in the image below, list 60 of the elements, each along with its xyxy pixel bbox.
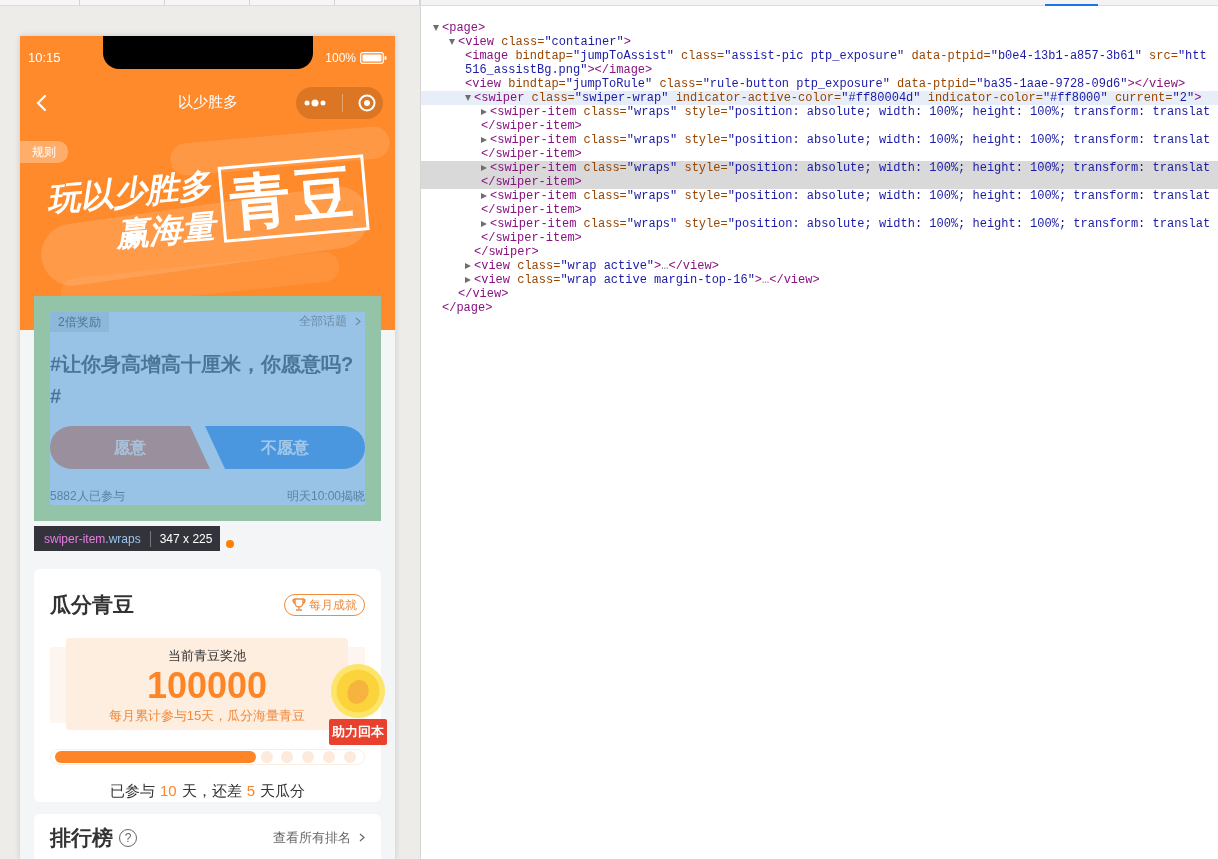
tree-row[interactable]: <view class="wrap active">…</view>	[421, 259, 1218, 273]
tree-row[interactable]: <page>	[421, 21, 1218, 35]
progress-summary: 已参与 10 天，还差 5 天瓜分	[109, 780, 306, 801]
active-tab-indicator	[1045, 4, 1098, 6]
battery-level: 100%	[325, 50, 356, 67]
participant-count: 5882人已参与	[50, 488, 125, 505]
tree-row[interactable]: <view class="wrap active margin-top-16">…</view>	[421, 273, 1218, 287]
card-title: 排行榜	[50, 825, 113, 851]
progress-dot	[260, 750, 273, 763]
reward-badge: 2倍奖励	[50, 312, 109, 332]
code-line: </swiper-item>	[481, 147, 582, 161]
battery-icon	[360, 52, 387, 64]
tree-row[interactable]: <swiper-item class="wraps" style="position: absolute; width: 100%; height: 100%; transform: translat </swiper-item>	[421, 161, 1218, 189]
trophy-icon	[292, 598, 306, 612]
banner-highlight: 青豆	[217, 154, 370, 243]
page-title: 以少胜多	[177, 92, 238, 113]
code-line: </swiper-item>	[481, 231, 582, 245]
element-selector: swiper-item.wraps	[44, 530, 141, 548]
pool-label: 当前青豆奖池	[167, 646, 247, 665]
chevron-icon	[355, 316, 361, 326]
pool-amount: 100000	[145, 665, 269, 707]
pool-description: 每月累计参与15天，瓜分海量青豆	[107, 707, 307, 726]
tree-row[interactable]: <swiper-item class="wraps" style="position: absolute; width: 100%; height: 100%; transform: translat </swiper-item>	[421, 217, 1218, 245]
code-line: <swiper-item class="wraps" style="position: absolute; width: 100%; height: 100%; transform: translat	[490, 189, 1211, 203]
swiper-indicator-dot[interactable]	[226, 540, 235, 548]
code-line: <swiper-item class="wraps" style="position: absolute; width: 100%; height: 100%; transform: translat	[490, 105, 1211, 119]
code-line: <page>	[442, 21, 486, 35]
tree-row[interactable]: <image bindtap="jumpToAssist" class="assist-pic ptp_exposure" data-ptpid="b0e4-13b1-a857-3b61" src="htt 516_assistBg.png"></image>	[421, 49, 1218, 77]
code-line: </swiper>	[474, 245, 539, 259]
reveal-time: 明天10:00揭晓	[286, 488, 365, 505]
code-line: <view class="container">	[458, 35, 631, 49]
status-time: 10:15	[27, 49, 62, 68]
code-line: <swiper-item class="wraps" style="position: absolute; width: 100%; height: 100%; transform: translat	[490, 217, 1211, 231]
code-line: <view class="wrap active margin-top-16">…</view>	[474, 273, 820, 287]
code-line: </view>	[458, 287, 509, 301]
tree-row[interactable]: <swiper-item class="wraps" style="position: absolute; width: 100%; height: 100%; transform: translat </swiper-item>	[421, 105, 1218, 133]
more-icon[interactable]	[303, 98, 328, 107]
tree-row[interactable]: <swiper-item class="wraps" style="position: absolute; width: 100%; height: 100%; transform: translat </swiper-item>	[421, 133, 1218, 161]
progress-dot	[343, 750, 356, 763]
all-rankings-link[interactable]: 查看所有排名	[273, 828, 351, 848]
chevron-icon	[359, 833, 365, 843]
assist-button[interactable]: 助力回本	[329, 719, 387, 745]
code-line: </swiper-item>	[481, 119, 582, 133]
element-size: 347 x 225	[159, 530, 213, 548]
code-line: </swiper-item>	[481, 203, 582, 217]
card-title: 瓜分青豆	[50, 592, 134, 618]
code-line: <image bindtap="jumpToAssist" class="assist-pic ptp_exposure" data-ptpid="b0e4-13b1-a857-3b61" src="htt	[465, 49, 1207, 63]
tree-row[interactable]: <view class="container">	[421, 35, 1218, 49]
tree-row[interactable]: <swiper-item class="wraps" style="position: absolute; width: 100%; height: 100%; transform: translat </swiper-item>	[421, 189, 1218, 217]
progress-dot	[322, 750, 335, 763]
code-line: <swiper-item class="wraps" style="position: absolute; width: 100%; height: 100%; transform: translat	[490, 133, 1211, 147]
topic-question: #让你身高增高十厘米，你愿意吗?#	[50, 352, 355, 409]
code-line: <swiper-item class="wraps" style="position: absolute; width: 100%; height: 100%; transform: translat	[490, 161, 1211, 175]
progress-dot	[302, 750, 315, 763]
progress-dot	[281, 750, 294, 763]
code-line: </swiper-item>	[481, 175, 582, 189]
close-icon[interactable]	[357, 93, 376, 112]
code-line: </page>	[442, 301, 493, 315]
code-line: 516_assistBg.png"></image>	[465, 63, 653, 77]
code-line: <view class="wrap active">…</view>	[474, 259, 719, 273]
